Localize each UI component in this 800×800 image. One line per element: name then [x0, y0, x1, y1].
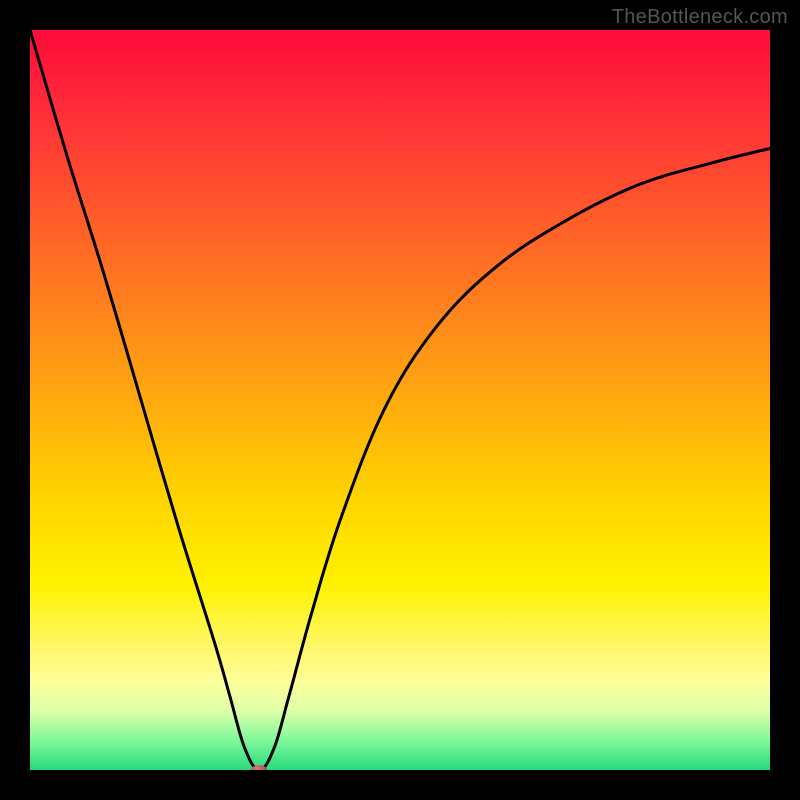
bottleneck-curve — [30, 30, 770, 770]
attribution-text: TheBottleneck.com — [612, 6, 788, 29]
curve-svg — [30, 30, 770, 770]
plot-area — [30, 30, 770, 770]
chart-frame: TheBottleneck.com — [0, 0, 800, 800]
minimum-marker — [251, 765, 267, 770]
